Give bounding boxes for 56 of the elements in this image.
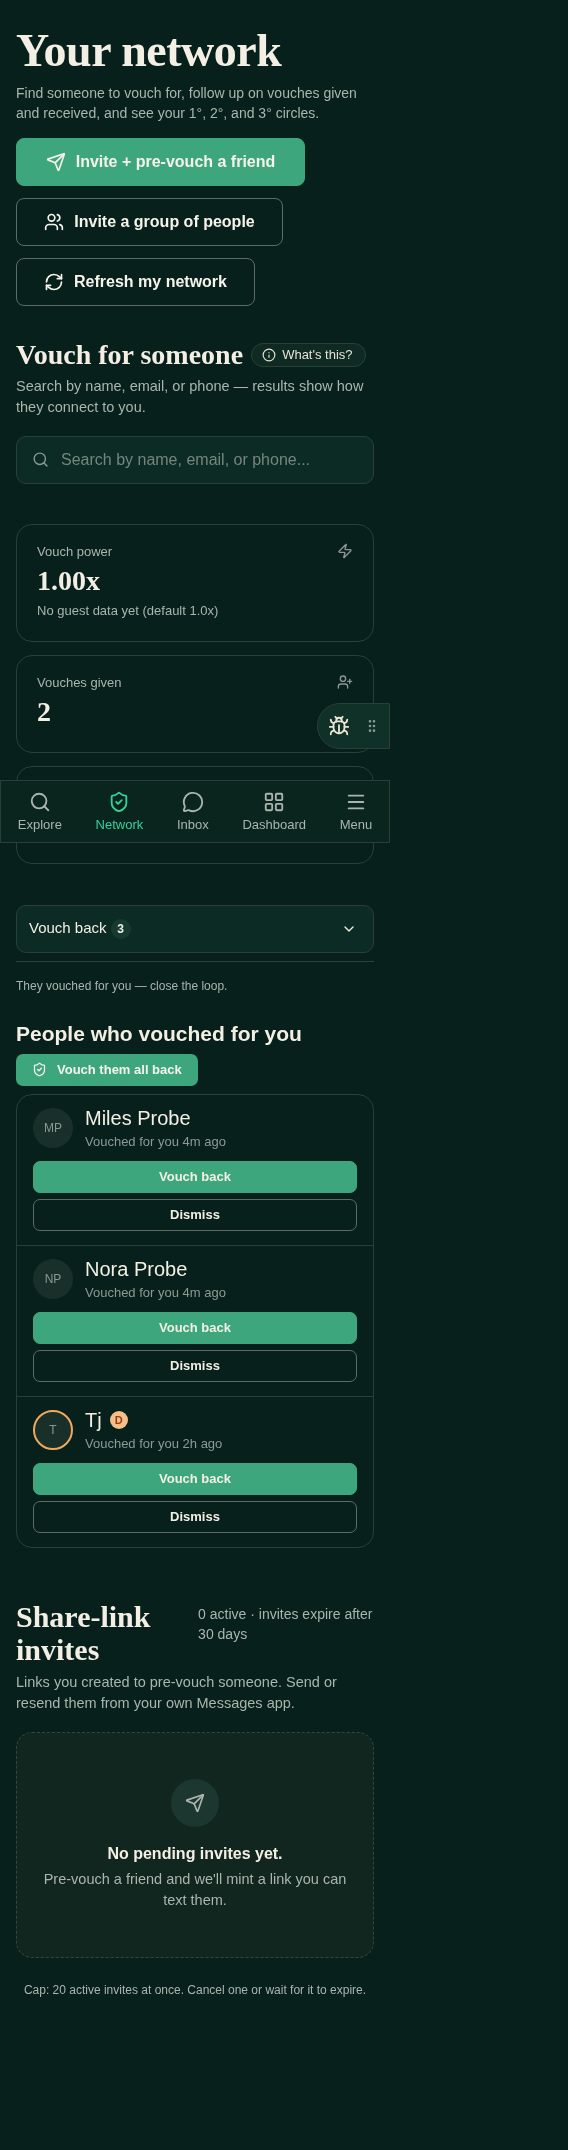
search-field[interactable]: Search by name, email, or phone... xyxy=(16,436,374,485)
debug-widget[interactable] xyxy=(317,703,390,749)
nav-tab[interactable]: Inbox xyxy=(170,791,215,832)
bug-icon xyxy=(327,715,350,737)
page-subtitle: Find someone to vouch for, follow up on vouches given and received, and see your 1°, 2°, and 3° circles. xyxy=(16,84,358,124)
lightning-icon xyxy=(337,543,353,560)
shield-icon xyxy=(32,1062,47,1078)
avatar: T xyxy=(33,1409,73,1450)
dismiss-button[interactable]: Dismiss xyxy=(33,1198,357,1231)
vouch-back-note: They vouched for you — close the loop. xyxy=(16,978,229,996)
action-button[interactable]: Refresh my network xyxy=(16,257,255,306)
vouch-back-dropdown[interactable]: Vouch back 3 xyxy=(16,905,374,954)
chat-icon xyxy=(181,791,204,813)
action-button[interactable]: Invite a group of people xyxy=(16,197,283,246)
refresh-icon xyxy=(44,271,65,292)
person-name: Miles Probe xyxy=(85,1106,191,1130)
add-person-icon xyxy=(337,674,353,691)
dismiss-button[interactable]: Dismiss xyxy=(33,1500,357,1533)
nav-tab[interactable]: Network xyxy=(89,791,150,832)
section-title: Share-link invites xyxy=(16,1599,152,1666)
avatar: NP xyxy=(33,1258,73,1299)
count-badge: 3 xyxy=(110,919,131,940)
help-button[interactable]: What's this? xyxy=(251,343,366,367)
empty-title: No pending invites yet. xyxy=(107,1844,283,1863)
page-title: Your network xyxy=(16,24,283,77)
section-description: Search by name, email, or phone — results show how they connect to you. xyxy=(16,377,365,418)
person-name: Nora Probe xyxy=(85,1257,188,1281)
section-title: Vouch for someone xyxy=(16,339,244,371)
avatar: MP xyxy=(33,1107,73,1148)
invite-status: 0 active · invites expire after 30 days xyxy=(198,1604,374,1645)
stat-label: Vouches given xyxy=(37,674,122,690)
section-description: Links you created to pre-vouch someone. Send or resend them from your own Messages app. xyxy=(16,1672,338,1713)
stat-note: No guest data yet (default 1.0x) xyxy=(37,603,220,619)
search-icon xyxy=(28,791,51,813)
grid-icon xyxy=(263,791,286,813)
degree-badge: D xyxy=(109,1411,128,1430)
stat-label: Vouch power xyxy=(37,543,113,559)
nav-tab[interactable]: Dashboard xyxy=(236,791,312,832)
cap-note: Cap: 20 active invites at once. Cancel one or wait for it to expire. xyxy=(22,1981,368,1999)
list-heading: People who vouched for you xyxy=(16,1021,303,1046)
nav-tab[interactable]: Menu xyxy=(333,791,379,832)
nav-tab[interactable]: Explore xyxy=(11,791,68,832)
send-icon xyxy=(171,1778,219,1827)
info-icon xyxy=(262,348,277,362)
stat-value: 1.00x xyxy=(37,565,100,598)
stat-value: 2 xyxy=(37,696,51,729)
search-icon xyxy=(32,451,49,469)
vouch-time: Vouched for you 2h ago xyxy=(85,1435,223,1451)
dropdown-label: Vouch back 3 xyxy=(29,919,131,940)
people-icon xyxy=(44,211,65,232)
person-name: Tj xyxy=(85,1408,102,1432)
dismiss-button[interactable]: Dismiss xyxy=(33,1349,357,1382)
vouch-time: Vouched for you 4m ago xyxy=(85,1133,226,1149)
empty-text: Pre-vouch a friend and we'll mint a link you can text them. xyxy=(42,1869,348,1910)
vouch-time: Vouched for you 4m ago xyxy=(85,1284,226,1300)
send-icon xyxy=(45,151,66,172)
